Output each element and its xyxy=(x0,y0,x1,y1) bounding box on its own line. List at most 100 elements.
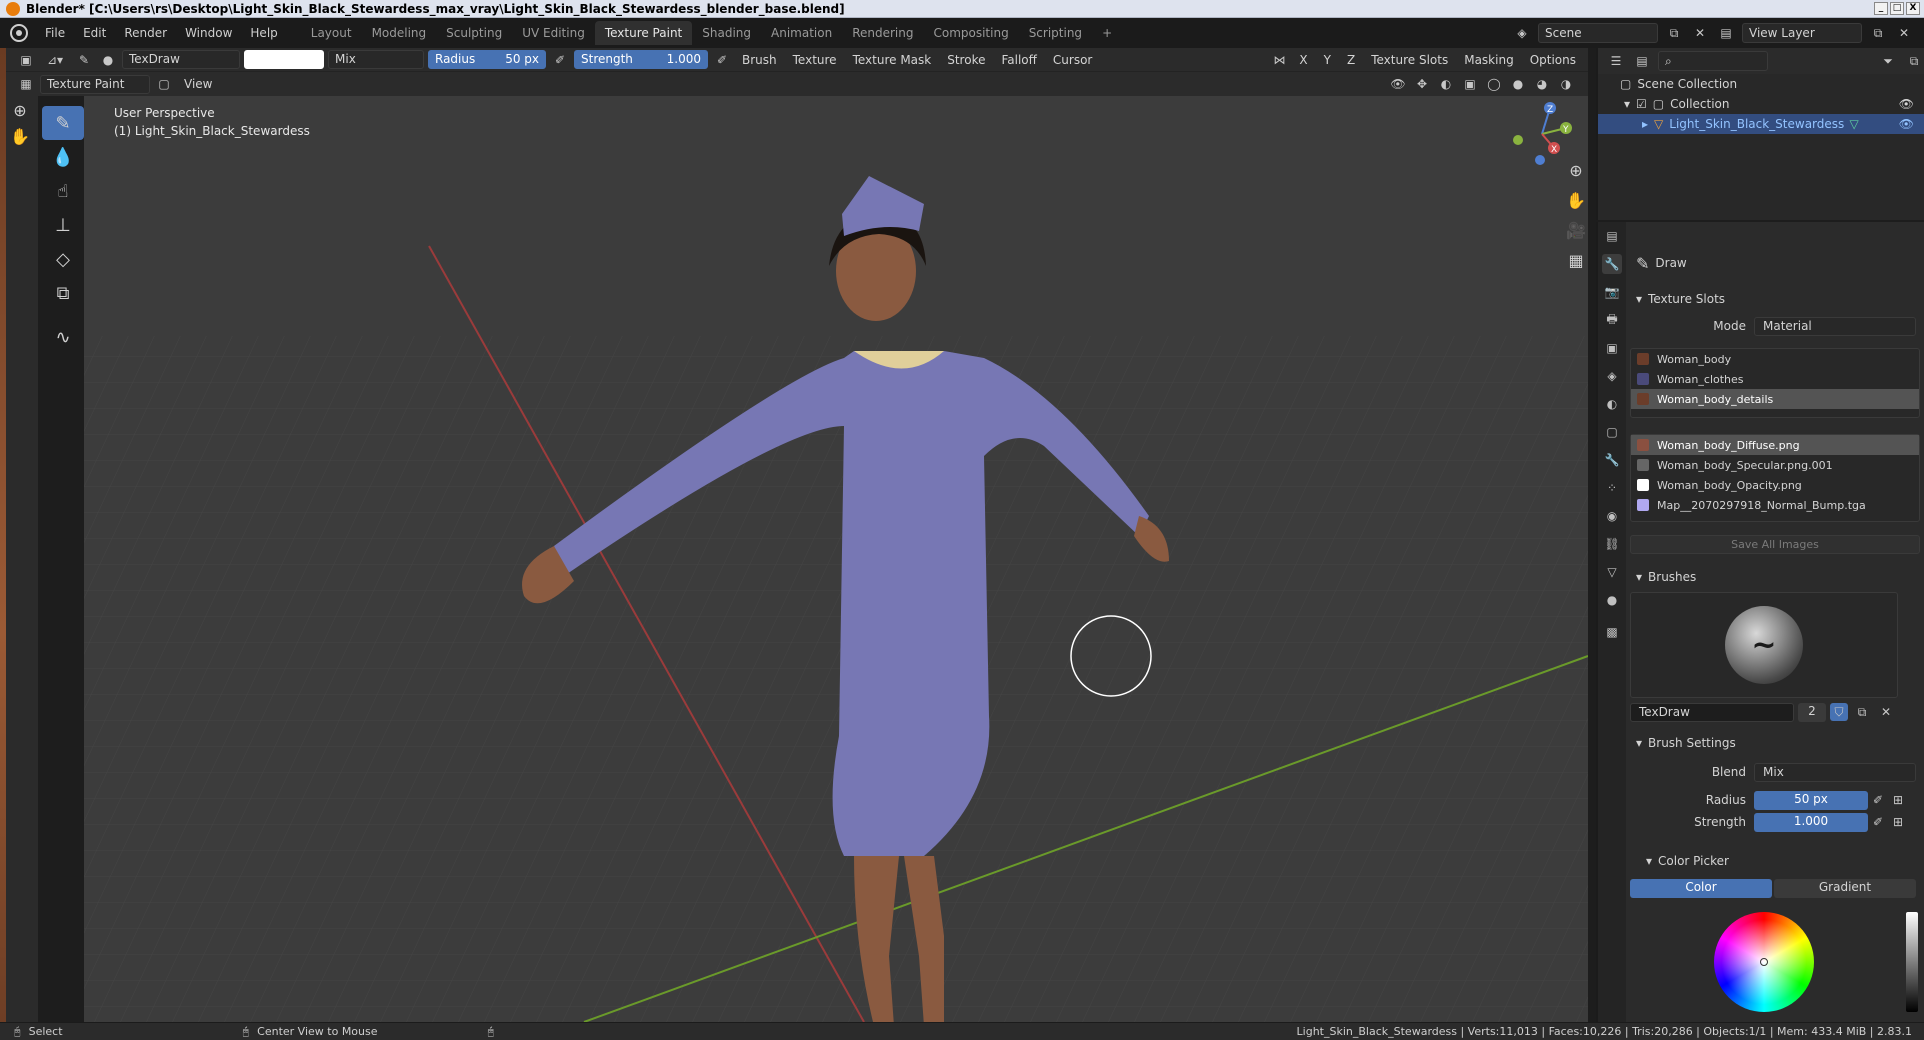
brush-name-field[interactable]: TexDraw xyxy=(122,50,240,69)
brush-icon[interactable]: ✎ xyxy=(74,50,94,70)
tab-animation[interactable]: Animation xyxy=(761,21,842,45)
solid-shading-icon[interactable]: ● xyxy=(1508,74,1528,94)
view-layer-tab-icon[interactable]: ▣ xyxy=(1602,338,1622,358)
overlay-icon[interactable]: ◐ xyxy=(1436,74,1456,94)
visibility-icon[interactable]: 👁 xyxy=(1388,74,1408,94)
tool-tab-icon[interactable]: 🔧 xyxy=(1602,254,1622,274)
fake-user-icon[interactable]: ● xyxy=(98,50,118,70)
world-tab-icon[interactable]: ◐ xyxy=(1602,394,1622,414)
texture-mask-menu[interactable]: Texture Mask xyxy=(847,53,938,67)
object-data-icon[interactable]: ▽ xyxy=(1850,117,1859,131)
scene-icon[interactable]: ◈ xyxy=(1512,23,1532,43)
collection-checkbox[interactable]: ☑ xyxy=(1636,97,1647,111)
properties-editor-icon[interactable]: ▤ xyxy=(1602,226,1622,246)
wireframe-shading-icon[interactable]: ◯ xyxy=(1484,74,1504,94)
strength-slider[interactable]: Strength 1.000 xyxy=(574,50,708,69)
zoom-view-icon[interactable]: ⊕ xyxy=(1562,156,1588,184)
image-slot-item[interactable]: Woman_body_Specular.png.001 xyxy=(1631,455,1919,475)
strength-pressure-icon[interactable]: ✐ xyxy=(712,50,732,70)
material-slot-item[interactable]: Woman_body_details xyxy=(1631,389,1919,409)
menu-edit[interactable]: Edit xyxy=(74,18,115,48)
object-visibility-icon[interactable]: 👁 xyxy=(1899,117,1914,131)
color-tab[interactable]: Color xyxy=(1630,878,1772,898)
delete-view-layer-icon[interactable]: ✕ xyxy=(1894,23,1914,43)
options-menu[interactable]: Options xyxy=(1524,53,1588,67)
particles-tab-icon[interactable]: ⁘ xyxy=(1602,478,1622,498)
new-scene-icon[interactable]: ⧉ xyxy=(1664,23,1684,43)
editor-type-icon[interactable]: ▣ xyxy=(16,50,36,70)
mirror-x-toggle[interactable]: X xyxy=(1293,53,1313,67)
menu-window[interactable]: Window xyxy=(176,18,241,48)
brush-menu[interactable]: Brush xyxy=(736,53,783,67)
smear-tool-icon[interactable]: ☝ xyxy=(42,174,84,208)
outliner-editor-icon[interactable]: ☰ xyxy=(1606,51,1626,71)
blender-menu-icon[interactable] xyxy=(10,24,28,42)
scene-tab-icon[interactable]: ◈ xyxy=(1602,366,1622,386)
radius-unit-icon[interactable]: ⊞ xyxy=(1888,790,1908,810)
outliner-search-input[interactable]: ⌕ xyxy=(1658,51,1768,71)
render-tab-icon[interactable]: 📷 xyxy=(1602,282,1622,302)
close-button[interactable]: X xyxy=(1906,2,1920,15)
mirror-z-toggle[interactable]: Z xyxy=(1341,53,1361,67)
fake-user-shield-icon[interactable]: ⛉ xyxy=(1830,703,1848,721)
material-slot-item[interactable]: Woman_body xyxy=(1631,349,1919,369)
soften-tool-icon[interactable]: 💧 xyxy=(42,140,84,174)
new-view-layer-icon[interactable]: ⧉ xyxy=(1868,23,1888,43)
color-wheel[interactable] xyxy=(1714,912,1814,1012)
editor-menu-icon[interactable]: ▦ xyxy=(16,74,36,94)
duplicate-brush-icon[interactable]: ⧉ xyxy=(1852,702,1872,722)
outliner-object-row[interactable]: ▸ ▽ Light_Skin_Black_Stewardess ▽ 👁 xyxy=(1598,114,1924,134)
image-slot-item[interactable]: Map__2070297918_Normal_Bump.tga xyxy=(1631,495,1919,515)
brush-users-count[interactable]: 2 xyxy=(1798,702,1826,722)
strength-unit-icon[interactable]: ⊞ xyxy=(1888,812,1908,832)
menu-file[interactable]: File xyxy=(36,18,74,48)
fill-tool-icon[interactable]: ◇ xyxy=(42,242,84,276)
brush-color-swatch[interactable] xyxy=(244,50,324,69)
falloff-menu[interactable]: Falloff xyxy=(995,53,1042,67)
brush-preview[interactable]: ~ xyxy=(1630,592,1898,698)
rendered-shading-icon[interactable]: ◑ xyxy=(1556,74,1576,94)
cursor-menu[interactable]: Cursor xyxy=(1047,53,1098,67)
mask-tool-icon[interactable]: ⧉ xyxy=(42,276,84,310)
clone-tool-icon[interactable]: ⊥ xyxy=(42,208,84,242)
draw-tool-icon[interactable]: ✎ xyxy=(42,106,84,140)
ortho-toggle-icon[interactable]: ▦ xyxy=(1562,246,1588,274)
outliner-scene-collection[interactable]: ▢ Scene Collection xyxy=(1598,74,1924,94)
tab-uv-editing[interactable]: UV Editing xyxy=(512,21,595,45)
material-tab-icon[interactable]: ● xyxy=(1602,590,1622,610)
physics-tab-icon[interactable]: ◉ xyxy=(1602,506,1622,526)
mirror-y-toggle[interactable]: Y xyxy=(1318,53,1337,67)
view-layer-field[interactable]: View Layer xyxy=(1742,23,1862,43)
constraints-tab-icon[interactable]: ⛓ xyxy=(1602,534,1622,554)
tab-sculpting[interactable]: Sculpting xyxy=(436,21,512,45)
tab-compositing[interactable]: Compositing xyxy=(923,21,1018,45)
modifier-tab-icon[interactable]: 🔧 xyxy=(1602,450,1622,470)
masking-menu[interactable]: Masking xyxy=(1458,53,1519,67)
xray-icon[interactable]: ▣ xyxy=(1460,74,1480,94)
camera-view-icon[interactable]: 🎥 xyxy=(1562,216,1588,244)
tab-texture-paint[interactable]: Texture Paint xyxy=(594,21,693,45)
tab-scripting[interactable]: Scripting xyxy=(1019,21,1092,45)
expand-object-icon[interactable]: ▸ xyxy=(1642,117,1648,131)
add-workspace-button[interactable]: + xyxy=(1092,21,1122,45)
tab-shading[interactable]: Shading xyxy=(692,21,761,45)
collection-visibility-icon[interactable]: 👁 xyxy=(1899,97,1914,111)
texture-slots-panel-header[interactable]: ▾ Texture Slots xyxy=(1630,288,1924,310)
material-slot-item[interactable]: Woman_clothes xyxy=(1631,369,1919,389)
view-menu[interactable]: View xyxy=(178,77,218,91)
display-mode-icon[interactable]: ▤ xyxy=(1632,51,1652,71)
mask-toggle-icon[interactable]: ▢ xyxy=(154,74,174,94)
texture-menu[interactable]: Texture xyxy=(787,53,843,67)
texture-slots-menu[interactable]: Texture Slots xyxy=(1365,53,1454,67)
blend-select[interactable]: Mix xyxy=(1754,762,1916,782)
scene-field[interactable]: Scene xyxy=(1538,23,1658,43)
image-slot-item[interactable]: Woman_body_Opacity.png xyxy=(1631,475,1919,495)
save-all-images-button[interactable]: Save All Images xyxy=(1630,534,1920,554)
value-slider[interactable] xyxy=(1906,912,1918,1012)
mode-select[interactable]: Texture Paint xyxy=(40,74,150,94)
outliner-collection[interactable]: ▾ ☑ ▢ Collection 👁 xyxy=(1598,94,1924,114)
tab-modeling[interactable]: Modeling xyxy=(362,21,437,45)
texture-tab-icon[interactable]: ▩ xyxy=(1602,622,1622,642)
strength-pressure-toggle-icon[interactable]: ✐ xyxy=(1868,812,1888,832)
strength-slider-prop[interactable]: 1.000 xyxy=(1754,812,1868,832)
